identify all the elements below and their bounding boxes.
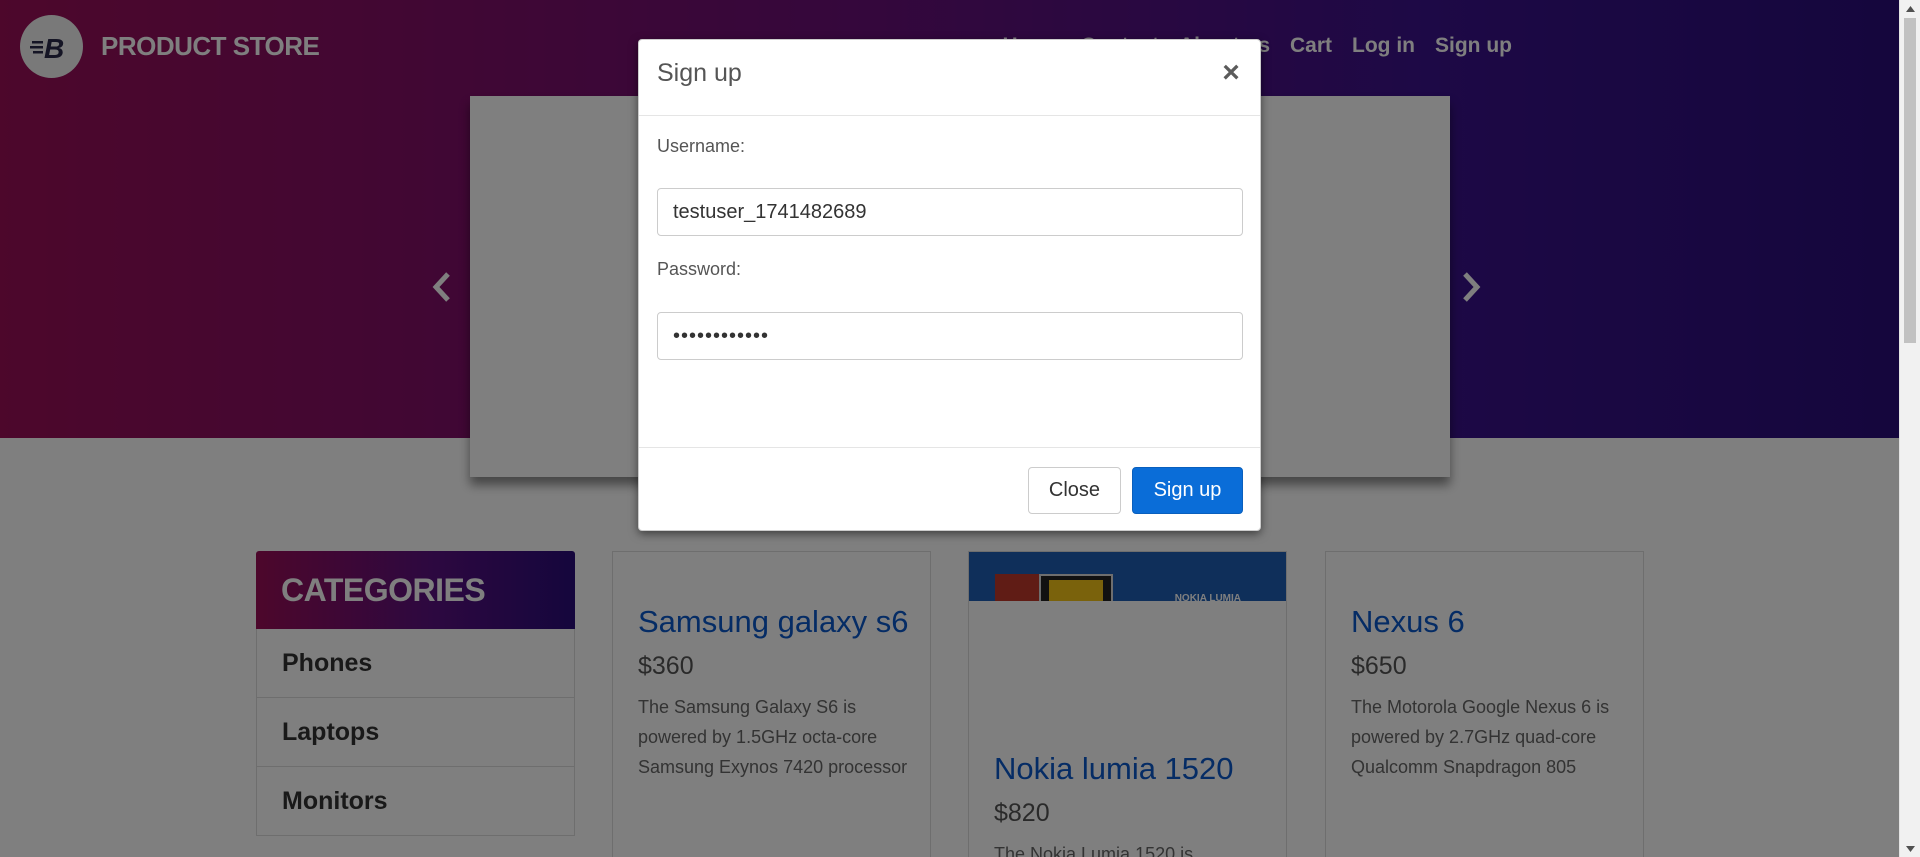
signup-button[interactable]: Sign up [1132,467,1243,514]
vertical-scrollbar[interactable] [1899,0,1920,857]
scroll-down-icon[interactable] [1900,840,1920,857]
scrollbar-thumb[interactable] [1904,18,1916,343]
modal-footer: Close Sign up [639,448,1260,530]
modal-body: Username: Password: [639,116,1260,448]
close-icon[interactable]: × [1219,58,1243,88]
signup-modal: Sign up × Username: Password: Close Sign… [638,39,1261,531]
close-button[interactable]: Close [1028,467,1121,514]
modal-title: Sign up [657,59,742,87]
modal-header: Sign up × [639,40,1260,116]
password-label: Password: [657,259,742,279]
password-field[interactable] [657,312,1243,360]
scroll-up-icon[interactable] [1900,0,1920,17]
username-label: Username: [657,136,746,156]
username-field[interactable] [657,188,1243,236]
page: B PRODUCT STORE Home Contact About us Ca… [0,0,1899,857]
